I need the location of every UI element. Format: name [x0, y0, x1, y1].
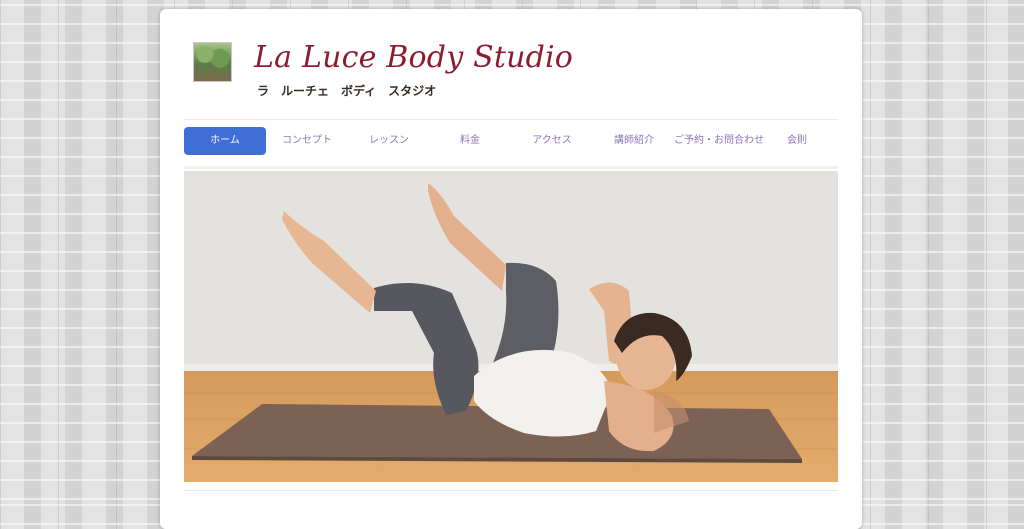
nav-item-instructors[interactable]: 講師紹介 [593, 127, 675, 155]
nav-item-access[interactable]: アクセス [511, 127, 593, 155]
hero-image [184, 171, 838, 482]
divider [184, 490, 838, 491]
nav-item-lessons[interactable]: レッスン [348, 127, 430, 155]
page-container: La Luce Body Studio ラ ルーチェ ボディ スタジオ ホーム … [160, 9, 862, 529]
nav-item-home[interactable]: ホーム [184, 127, 266, 155]
nav-item-concept[interactable]: コンセプト [266, 127, 348, 155]
pilates-exercise-photo [184, 171, 838, 482]
site-subtitle: ラ ルーチェ ボディ スタジオ [257, 84, 437, 98]
site-title[interactable]: La Luce Body Studio [254, 40, 573, 75]
logo-thumbnail[interactable] [193, 42, 232, 82]
nav-item-pricing[interactable]: 料金 [429, 127, 511, 155]
main-nav: ホーム コンセプト レッスン 料金 アクセス 講師紹介 ご予約・お問合わせ 会則 [184, 119, 838, 169]
nav-item-rules[interactable]: 会則 [756, 127, 838, 155]
nav-item-contact[interactable]: ご予約・お問合わせ [670, 127, 768, 155]
